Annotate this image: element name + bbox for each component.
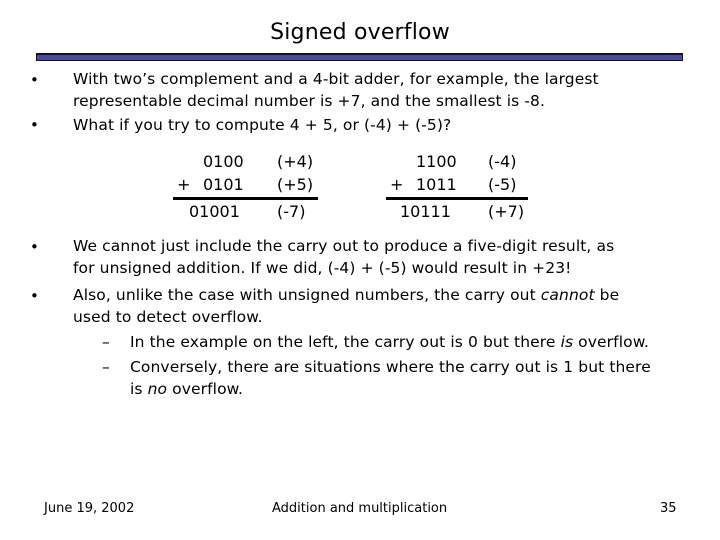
emphasis-text: no — [147, 380, 168, 398]
emphasis-text: is — [560, 333, 574, 351]
text-run: overflow. — [573, 333, 650, 351]
result-label: (-7) — [277, 202, 306, 221]
emphasis-text: cannot — [540, 286, 595, 304]
sub-bullet-line: Conversely, there are situations where t… — [130, 358, 651, 376]
bullet-text: Also, unlike the case with unsigned numb… — [73, 284, 693, 328]
operand2: 1011 — [416, 175, 457, 194]
operator: + — [390, 175, 404, 194]
bullet-icon: • — [30, 71, 39, 89]
operand2: 0101 — [203, 175, 244, 194]
sum-line — [173, 197, 318, 200]
bullet-line: We cannot just include the carry out to … — [73, 237, 615, 255]
result-label: (+7) — [488, 202, 525, 221]
result: 10111 — [400, 202, 451, 221]
bullet-text: We cannot just include the carry out to … — [73, 235, 693, 279]
dash-icon: – — [102, 358, 110, 376]
sub-bullet-text: Conversely, there are situations where t… — [130, 356, 690, 400]
footer-page-number: 35 — [660, 501, 677, 516]
sum-line — [386, 197, 528, 200]
bullet-line: Also, unlike the case with unsigned numb… — [73, 284, 693, 306]
title-underline-bar — [36, 53, 683, 61]
sub-bullet-text: In the example on the left, the carry ou… — [130, 331, 690, 353]
bullet-line: representable decimal number is +7, and … — [73, 92, 546, 110]
bullet-text: With two’s complement and a 4-bit adder,… — [73, 68, 693, 112]
result: 01001 — [189, 202, 240, 221]
bullet-icon: • — [30, 116, 39, 134]
text-run: overflow. — [167, 380, 244, 398]
sub-bullet-line: is no overflow. — [130, 378, 690, 400]
bullet-icon: • — [30, 238, 39, 256]
slide-title: Signed overflow — [270, 20, 450, 45]
bullet-icon: • — [30, 287, 39, 305]
bullet-line: for unsigned addition. If we did, (-4) +… — [73, 259, 572, 277]
text-run: is — [130, 380, 148, 398]
operator: + — [177, 175, 191, 194]
text-run: In the example on the left, the carry ou… — [130, 333, 561, 351]
operand1: 1100 — [416, 152, 457, 171]
bullet-text: What if you try to compute 4 + 5, or (-4… — [73, 114, 693, 136]
text-run: Also, unlike the case with unsigned numb… — [73, 286, 541, 304]
bullet-line: What if you try to compute 4 + 5, or (-4… — [73, 116, 452, 134]
operand1-label: (+4) — [277, 152, 314, 171]
operand2-label: (+5) — [277, 175, 314, 194]
footer-date: June 19, 2002 — [44, 501, 135, 516]
operand1-label: (-4) — [488, 152, 517, 171]
dash-icon: – — [102, 333, 110, 351]
text-run: be — [594, 286, 620, 304]
operand2-label: (-5) — [488, 175, 517, 194]
bullet-line: used to detect overflow. — [73, 308, 263, 326]
footer-topic: Addition and multiplication — [272, 501, 448, 516]
bullet-line: With two’s complement and a 4-bit adder,… — [73, 70, 599, 88]
operand1: 0100 — [203, 152, 244, 171]
